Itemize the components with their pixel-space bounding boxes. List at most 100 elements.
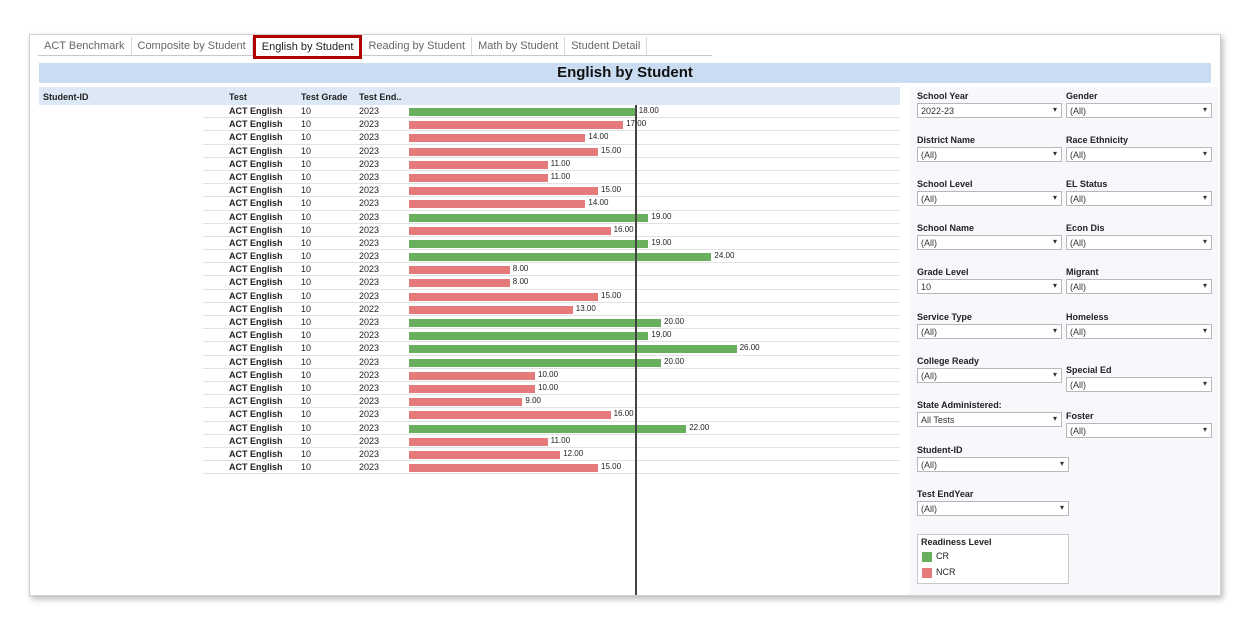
tab-reading-by-student[interactable]: Reading by Student — [362, 37, 473, 55]
chevron-down-icon[interactable]: ▾ — [1203, 379, 1207, 388]
chevron-down-icon[interactable]: ▾ — [1053, 193, 1057, 202]
score-bar[interactable] — [409, 464, 598, 473]
score-bar[interactable] — [409, 108, 636, 116]
chevron-down-icon[interactable]: ▾ — [1053, 370, 1057, 379]
filter-dropdown-grade-level[interactable]: 10 ▾ — [917, 279, 1062, 294]
score-bar[interactable] — [409, 173, 548, 182]
score-bar[interactable] — [409, 398, 523, 407]
tab-student-detail[interactable]: Student Detail — [565, 37, 648, 55]
tab-english-by-student[interactable]: English by Student — [252, 35, 363, 59]
header-student-id[interactable]: Student-ID — [43, 92, 89, 102]
table-row[interactable]: ACT English 10 2023 19.00 — [39, 329, 900, 343]
chevron-down-icon[interactable]: ▾ — [1053, 414, 1057, 423]
score-bar[interactable] — [409, 319, 661, 327]
score-bar[interactable] — [409, 160, 548, 169]
filter-dropdown-school-name[interactable]: (All) ▾ — [917, 235, 1062, 250]
chevron-down-icon[interactable]: ▾ — [1060, 459, 1064, 468]
table-row[interactable]: ACT English 10 2023 16.00 — [39, 224, 900, 238]
tab-act-benchmark[interactable]: ACT Benchmark — [38, 37, 132, 55]
score-bar[interactable] — [409, 239, 649, 248]
score-bar[interactable] — [409, 200, 586, 209]
score-bar[interactable] — [409, 332, 649, 341]
score-bar[interactable] — [409, 253, 712, 262]
filter-dropdown-test-endyear[interactable]: (All) ▾ — [917, 501, 1069, 516]
filter-dropdown-school-year[interactable]: 2022-23 ▾ — [917, 103, 1062, 118]
score-bar[interactable] — [409, 384, 535, 393]
table-row[interactable]: ACT English 10 2023 8.00 — [39, 263, 900, 277]
filter-dropdown-special-ed[interactable]: (All) ▾ — [1066, 377, 1212, 392]
score-bar[interactable] — [409, 121, 624, 130]
table-row[interactable]: ACT English10202317.00 — [39, 118, 900, 132]
table-row[interactable]: ACT English 10 2023 20.00 — [39, 316, 900, 330]
table-row[interactable]: ACT English 10 2023 12.00 — [39, 448, 900, 462]
table-row[interactable]: ACT English 10 2023 15.00 — [39, 290, 900, 304]
table-row[interactable]: ACT English 10 2023 14.00 — [39, 197, 900, 211]
header-test[interactable]: Test — [229, 92, 247, 102]
score-bar[interactable] — [409, 437, 548, 446]
score-bar[interactable] — [409, 411, 611, 420]
score-bar[interactable] — [409, 305, 573, 314]
table-row[interactable]: ACT English 10 2023 11.00 — [39, 435, 900, 449]
chevron-down-icon[interactable]: ▾ — [1203, 425, 1207, 434]
legend-item-ncr[interactable]: NCR — [922, 567, 956, 578]
filter-dropdown-race-ethnicity[interactable]: (All) ▾ — [1066, 147, 1212, 162]
chevron-down-icon[interactable]: ▾ — [1053, 326, 1057, 335]
filter-dropdown-service-type[interactable]: (All) ▾ — [917, 324, 1062, 339]
filter-dropdown-el-status[interactable]: (All) ▾ — [1066, 191, 1212, 206]
chevron-down-icon[interactable]: ▾ — [1053, 149, 1057, 158]
score-bar[interactable] — [409, 266, 510, 275]
score-bar[interactable] — [409, 226, 611, 235]
chevron-down-icon[interactable]: ▾ — [1203, 326, 1207, 335]
chevron-down-icon[interactable]: ▾ — [1060, 503, 1064, 512]
table-row[interactable]: ACT English 10 2023 9.00 — [39, 395, 900, 409]
legend-item-cr[interactable]: CR — [922, 551, 949, 562]
chevron-down-icon[interactable]: ▾ — [1203, 149, 1207, 158]
table-row[interactable]: ACT English 10 2023 14.00 — [39, 131, 900, 145]
score-bar[interactable] — [409, 358, 661, 367]
table-row[interactable]: ACT English 10 2023 15.00 — [39, 461, 900, 475]
table-row[interactable]: ACT English 10 2023 26.00 — [39, 342, 900, 356]
table-row[interactable]: ACT English 10 2023 10.00 — [39, 369, 900, 383]
table-row[interactable]: ACT English 10 2023 22.00 — [39, 422, 900, 435]
filter-dropdown-district-name[interactable]: (All) ▾ — [917, 147, 1062, 162]
score-bar[interactable] — [409, 134, 586, 143]
table-row[interactable]: ACT English 10 2023 11.00 — [39, 158, 900, 172]
table-row[interactable]: ACT English 10 2023 11.00 — [39, 171, 900, 185]
table-row[interactable]: ACT English 10 2023 10.00 — [39, 382, 900, 396]
table-row[interactable]: ACT English 10 2022 13.00 — [39, 303, 900, 317]
tab-composite-by-student[interactable]: Composite by Student — [132, 37, 253, 55]
score-bar[interactable] — [409, 187, 598, 196]
filter-dropdown-state-administered-[interactable]: All Tests ▾ — [917, 412, 1062, 427]
chevron-down-icon[interactable]: ▾ — [1203, 193, 1207, 202]
chevron-down-icon[interactable]: ▾ — [1053, 105, 1057, 114]
header-test-endyear[interactable]: Test End.. — [359, 92, 401, 102]
table-row[interactable]: ACT English 10 2023 8.00 — [39, 276, 900, 290]
filter-dropdown-migrant[interactable]: (All) ▾ — [1066, 279, 1212, 294]
filter-dropdown-econ-dis[interactable]: (All) ▾ — [1066, 235, 1212, 250]
chevron-down-icon[interactable]: ▾ — [1203, 281, 1207, 290]
table-row[interactable]: ACT English 10 2023 19.00 — [39, 211, 900, 224]
chevron-down-icon[interactable]: ▾ — [1203, 105, 1207, 114]
table-row[interactable]: ACT English 10 2023 15.00 — [39, 184, 900, 198]
table-row[interactable]: ACT English 10 2023 15.00 — [39, 145, 900, 158]
filter-dropdown-school-level[interactable]: (All) ▾ — [917, 191, 1062, 206]
table-row[interactable]: ACT English 10 2023 16.00 — [39, 408, 900, 422]
score-bar[interactable] — [409, 292, 598, 301]
score-bar[interactable] — [409, 424, 687, 433]
header-test-grade[interactable]: Test Grade — [301, 92, 347, 102]
table-row[interactable]: ACT English 10 2023 19.00 — [39, 237, 900, 251]
score-bar[interactable] — [409, 213, 649, 222]
tab-math-by-student[interactable]: Math by Student — [472, 37, 566, 55]
filter-dropdown-gender[interactable]: (All) ▾ — [1066, 103, 1212, 118]
score-bar[interactable] — [409, 450, 561, 459]
chevron-down-icon[interactable]: ▾ — [1203, 237, 1207, 246]
table-row[interactable]: ACT English 10 2023 24.00 — [39, 250, 900, 264]
filter-dropdown-homeless[interactable]: (All) ▾ — [1066, 324, 1212, 339]
score-bar[interactable] — [409, 279, 510, 288]
chevron-down-icon[interactable]: ▾ — [1053, 237, 1057, 246]
score-bar[interactable] — [409, 371, 535, 380]
filter-dropdown-foster[interactable]: (All) ▾ — [1066, 423, 1212, 438]
table-row[interactable]: ACT English 10 2023 18.00 — [39, 105, 900, 119]
table-row[interactable]: ACT English 10 2023 20.00 — [39, 356, 900, 369]
score-bar[interactable] — [409, 345, 737, 354]
